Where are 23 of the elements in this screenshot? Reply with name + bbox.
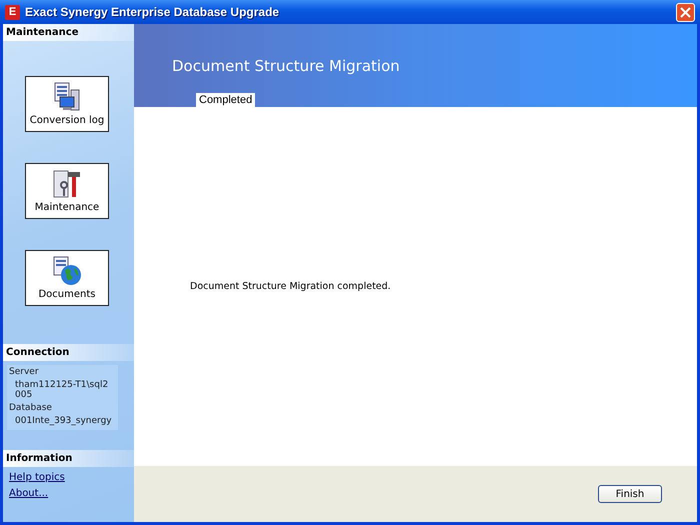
sidebar-button[interactable]: Maintenance xyxy=(25,163,109,219)
help-link[interactable]: About... xyxy=(9,488,128,499)
section-heading: Maintenance xyxy=(3,24,134,41)
sidebar-button[interactable]: Documents xyxy=(25,250,109,306)
document-globe-icon xyxy=(52,256,82,286)
close-icon xyxy=(680,6,691,18)
field-value: tham112125-T1\sql2005 xyxy=(14,380,110,400)
computer-list-icon xyxy=(53,82,81,112)
section-heading: Information xyxy=(3,450,134,467)
window-title: Exact Synergy Enterprise Database Upgrade xyxy=(25,5,280,19)
help-link[interactable]: Help topics xyxy=(9,472,128,483)
app-logo: E xyxy=(5,4,20,20)
close-button[interactable] xyxy=(676,2,695,22)
page-title: Document Structure Migration xyxy=(171,57,401,75)
tab[interactable]: Completed xyxy=(196,93,256,107)
field-label: Database xyxy=(9,403,53,413)
sidebar-button[interactable]: Conversion log xyxy=(25,76,109,132)
server-hammer-icon xyxy=(52,169,82,199)
status-message: Document Structure Migration completed. xyxy=(190,281,391,292)
section-heading: Connection xyxy=(3,344,134,361)
finish-button[interactable]: Finish xyxy=(598,485,662,503)
field-value: 001Inte_393_synergy xyxy=(14,416,113,426)
field-label: Server xyxy=(9,367,40,377)
